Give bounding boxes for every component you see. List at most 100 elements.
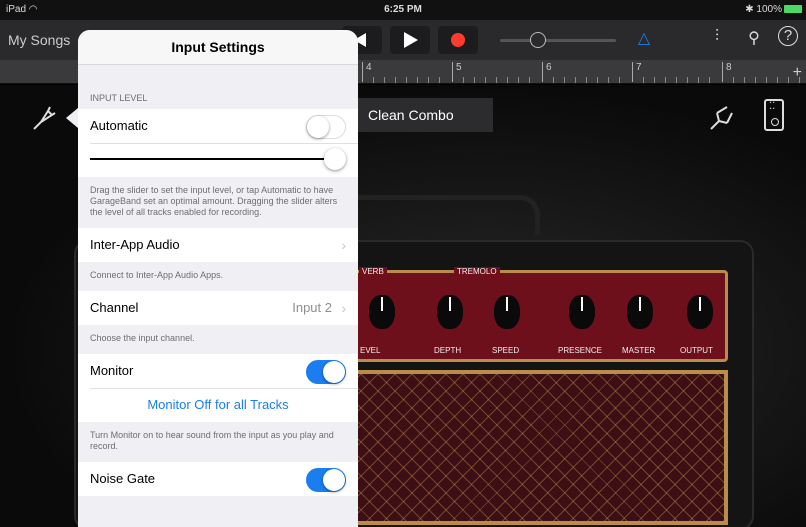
ruler-tick — [496, 77, 497, 83]
status-right: ✱ 100% — [745, 4, 802, 15]
noise-gate-row: Noise Gate — [78, 462, 358, 496]
toggle-thumb — [323, 361, 345, 383]
monitor-label: Monitor — [90, 363, 134, 378]
battery-percent: 100% — [756, 4, 782, 15]
knob-label: MASTER — [619, 346, 659, 355]
amp-handle — [330, 195, 540, 235]
knob-label: DEPTH — [431, 346, 465, 355]
ruler-tick — [744, 77, 745, 83]
mixer-icon[interactable]: ⫶ — [705, 28, 729, 46]
ruler-tick — [406, 77, 407, 83]
ruler-tick — [575, 77, 576, 83]
ruler-tick — [619, 77, 620, 83]
monitor-footer: Turn Monitor on to hear sound from the i… — [90, 430, 334, 451]
ruler-tick — [597, 77, 598, 83]
popover-title: Input Settings — [78, 30, 358, 65]
ruler-tick — [788, 77, 789, 83]
tuner-fork-icon[interactable] — [705, 103, 735, 133]
ruler-tick — [553, 77, 554, 83]
inter-app-audio-footer: Connect to Inter-App Audio Apps. — [90, 270, 224, 280]
input-level-slider-thumb[interactable] — [324, 148, 346, 170]
ruler-tick — [474, 77, 475, 83]
toggle-thumb — [323, 469, 345, 491]
popover-arrow — [66, 108, 78, 128]
ruler-tick — [395, 77, 396, 83]
bluetooth-icon: ✱ — [745, 4, 754, 15]
channel-footer: Choose the input channel. — [90, 333, 195, 343]
ruler-tick — [687, 77, 688, 83]
bar-number: 8 — [722, 62, 732, 82]
channel-label: Channel — [90, 300, 139, 315]
knob-label: PRESENCE — [555, 346, 606, 355]
bar-number: 6 — [542, 62, 552, 82]
ruler-tick — [439, 77, 440, 83]
ruler-tick — [777, 77, 778, 83]
ruler-tick — [733, 77, 734, 83]
ruler-tick — [417, 77, 418, 83]
input-settings-popover: Input Settings INPUT LEVEL Automatic Dra… — [78, 30, 358, 527]
output-knob[interactable] — [687, 295, 713, 329]
ruler-tick — [608, 77, 609, 83]
ruler-tick — [373, 77, 374, 83]
add-section-icon[interactable]: + — [793, 64, 802, 82]
ruler-tick — [529, 77, 530, 83]
automatic-label: Automatic — [90, 118, 148, 133]
inter-app-audio-row[interactable]: Inter-App Audio › — [78, 228, 358, 262]
ruler-tick — [463, 77, 464, 83]
inter-app-audio-label: Inter-App Audio — [90, 237, 180, 252]
monitor-toggle[interactable] — [306, 360, 346, 384]
status-time: 6:25 PM — [384, 4, 422, 15]
settings-wrench-icon[interactable]: ⚲ — [742, 28, 766, 48]
amp-knob[interactable] — [369, 295, 395, 329]
master-knob[interactable] — [627, 295, 653, 329]
ruler-tick — [755, 77, 756, 83]
automatic-toggle[interactable] — [306, 115, 346, 139]
ruler-tick — [665, 77, 666, 83]
amp-preset-name[interactable]: Clean Combo — [358, 98, 493, 132]
ruler-tick — [428, 77, 429, 83]
stompbox-pedal-icon[interactable] — [764, 99, 784, 131]
bar-number: 4 — [362, 62, 372, 82]
ruler-tick — [676, 77, 677, 83]
toggle-thumb — [307, 116, 329, 138]
ruler-tick — [654, 77, 655, 83]
depth-knob[interactable] — [437, 295, 463, 329]
master-volume-slider[interactable] — [500, 32, 616, 48]
input-level-row — [78, 143, 358, 177]
battery-icon — [784, 5, 802, 13]
ruler-tick — [507, 77, 508, 83]
channel-row[interactable]: Channel Input 2 › — [78, 291, 358, 325]
ruler-tick — [643, 77, 644, 83]
input-level-footer: Drag the slider to set the input level, … — [90, 185, 338, 217]
ruler-tick — [518, 77, 519, 83]
input-level-header: INPUT LEVEL — [90, 93, 148, 103]
ruler-tick — [698, 77, 699, 83]
play-button[interactable] — [390, 26, 430, 54]
knob-label: EVEL — [357, 346, 384, 355]
monitor-off-all-tracks-button[interactable]: Monitor Off for all Tracks — [78, 388, 358, 422]
channel-value: Input 2 — [292, 300, 332, 315]
panel-label: VERB — [359, 267, 387, 276]
ruler-tick — [799, 77, 800, 83]
help-icon[interactable]: ? — [778, 26, 798, 46]
metronome-icon[interactable]: △ — [632, 28, 656, 48]
automatic-row: Automatic — [78, 109, 358, 143]
ruler-tick — [384, 77, 385, 83]
my-songs-button[interactable]: My Songs — [8, 32, 70, 48]
ruler-tick — [586, 77, 587, 83]
ruler-tick — [709, 77, 710, 83]
noise-gate-toggle[interactable] — [306, 468, 346, 492]
knob-label: SPEED — [489, 346, 523, 355]
record-button[interactable] — [438, 26, 478, 54]
speed-knob[interactable] — [494, 295, 520, 329]
status-bar: iPad ◠ 6:25 PM ✱ 100% — [0, 0, 806, 20]
input-settings-plug-icon[interactable] — [28, 103, 58, 133]
input-level-track[interactable] — [90, 158, 338, 160]
presence-knob[interactable] — [569, 295, 595, 329]
ruler-tick — [485, 77, 486, 83]
master-volume-knob[interactable] — [530, 32, 546, 48]
panel-label: TREMOLO — [454, 267, 500, 276]
ruler-tick — [766, 77, 767, 83]
chevron-right-icon: › — [341, 237, 346, 253]
knob-label: OUTPUT — [677, 346, 716, 355]
